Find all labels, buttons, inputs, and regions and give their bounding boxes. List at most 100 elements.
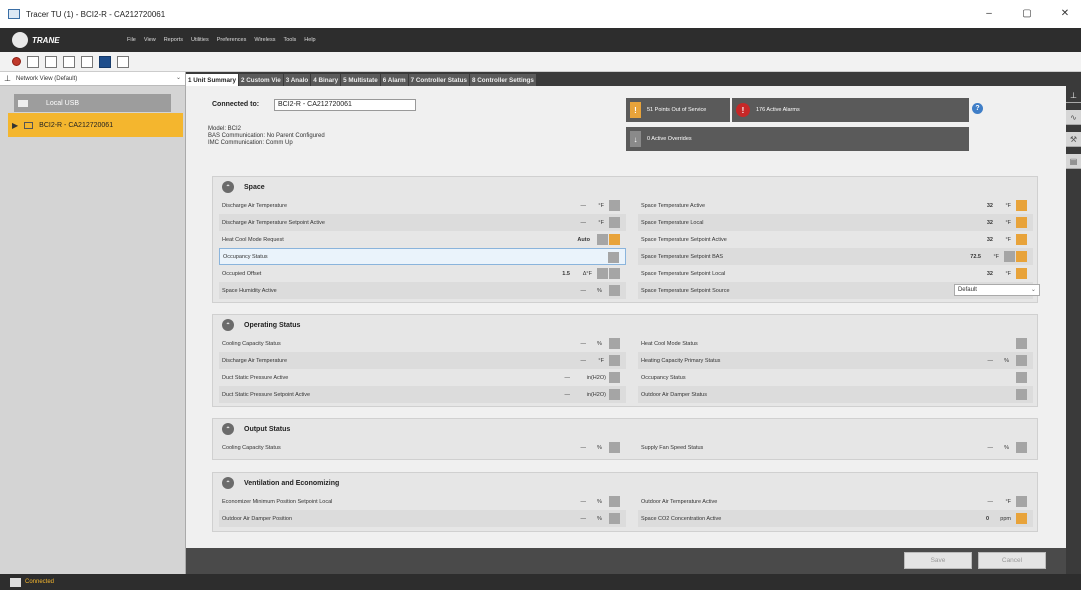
- chevron-down-icon[interactable]: ⌄: [1031, 285, 1036, 295]
- tab-binary[interactable]: 4 Binary: [311, 74, 341, 86]
- point-status-icon[interactable]: [1016, 200, 1027, 211]
- point-row[interactable]: Cooling Capacity Status — %: [219, 335, 626, 352]
- point-row[interactable]: Space Temperature Setpoint Source Defaul…: [637, 282, 1040, 299]
- panel-icon[interactable]: [27, 55, 39, 68]
- point-row[interactable]: Outdoor Air Temperature Active — °F: [638, 493, 1033, 510]
- point-row[interactable]: Discharge Air Temperature Setpoint Activ…: [219, 214, 626, 231]
- tab-analog[interactable]: 3 Analo: [283, 74, 311, 86]
- override-indicator-icon[interactable]: [1004, 251, 1015, 262]
- menu-help[interactable]: Help: [304, 37, 315, 43]
- list-icon[interactable]: [63, 55, 75, 68]
- override-indicator-icon[interactable]: [596, 234, 608, 245]
- document-icon[interactable]: ▤: [1066, 154, 1081, 169]
- network-icon[interactable]: [81, 55, 93, 68]
- active-overrides-button[interactable]: ↓ 0 Active Overrides: [626, 127, 969, 151]
- setpoint-source-dropdown[interactable]: Default ⌄: [953, 284, 1040, 296]
- point-status-icon[interactable]: [1016, 389, 1027, 400]
- tab-controller-settings[interactable]: 8 Controller Settings: [469, 74, 536, 86]
- point-row[interactable]: Discharge Air Temperature — °F: [219, 352, 626, 369]
- pin-icon[interactable]: ⊥: [1066, 88, 1081, 103]
- maximize-icon[interactable]: ▢: [1021, 8, 1033, 19]
- tab-controller-status[interactable]: 7 Controller Status: [408, 74, 469, 86]
- point-row-selected[interactable]: Occupancy Status: [219, 248, 626, 265]
- menu-view[interactable]: View: [144, 37, 156, 43]
- point-status-icon[interactable]: [608, 234, 620, 245]
- menu-wireless[interactable]: Wireless: [254, 37, 275, 43]
- point-status-icon[interactable]: [1016, 372, 1027, 383]
- section-header-space[interactable]: ⌃ Space: [213, 177, 1037, 197]
- point-row[interactable]: Space Temperature Setpoint Local 32 °F: [638, 265, 1033, 282]
- point-status-icon[interactable]: [608, 285, 620, 296]
- point-status-icon[interactable]: [608, 268, 620, 279]
- point-row[interactable]: Economizer Minimum Position Setpoint Loc…: [219, 493, 626, 510]
- point-status-icon[interactable]: [608, 338, 620, 349]
- collapse-icon[interactable]: ⌃: [222, 477, 234, 489]
- point-status-icon[interactable]: [607, 252, 619, 263]
- point-status-icon[interactable]: [1016, 513, 1027, 524]
- point-status-icon[interactable]: [608, 513, 620, 524]
- point-status-icon[interactable]: [608, 372, 620, 383]
- point-row[interactable]: Duct Static Pressure Setpoint Active — i…: [219, 386, 626, 403]
- point-row[interactable]: Space Humidity Active — %: [219, 282, 626, 299]
- point-status-icon[interactable]: [608, 217, 620, 228]
- point-row[interactable]: Outdoor Air Damper Position — %: [219, 510, 626, 527]
- stop-icon[interactable]: [12, 57, 21, 66]
- menu-file[interactable]: File: [127, 37, 136, 43]
- tab-unit-summary[interactable]: 1 Unit Summary: [186, 74, 238, 86]
- points-out-of-service-button[interactable]: ! 51 Points Out of Service: [626, 98, 730, 122]
- point-row[interactable]: Cooling Capacity Status — %: [219, 439, 626, 456]
- point-row[interactable]: Occupancy Status: [638, 369, 1033, 386]
- collapse-icon[interactable]: ⌃: [222, 181, 234, 193]
- point-status-icon[interactable]: [1016, 234, 1027, 245]
- point-status-icon[interactable]: [608, 200, 620, 211]
- chevron-down-icon[interactable]: ⌄: [176, 74, 181, 81]
- network-view-selector[interactable]: ⊥ Network View (Default) ⌄: [0, 72, 185, 86]
- override-indicator-icon[interactable]: [596, 268, 608, 279]
- section-header-output-status[interactable]: ⌃ Output Status: [213, 419, 1037, 439]
- folder-icon[interactable]: [99, 55, 111, 68]
- help-icon[interactable]: ?: [972, 103, 983, 114]
- tree-item-local-usb[interactable]: Local USB: [14, 94, 171, 112]
- point-status-icon[interactable]: [1016, 355, 1027, 366]
- point-row[interactable]: Space Temperature Setpoint BAS 72.5 °F: [637, 248, 1033, 265]
- point-status-icon[interactable]: [1016, 217, 1027, 228]
- collapse-icon[interactable]: ⌃: [222, 423, 234, 435]
- point-row[interactable]: Space Temperature Active 32 °F: [638, 197, 1033, 214]
- menu-reports[interactable]: Reports: [164, 37, 183, 43]
- point-row[interactable]: Space Temperature Setpoint Active 32 °F: [638, 231, 1033, 248]
- menu-tools[interactable]: Tools: [283, 37, 296, 43]
- point-row[interactable]: Heat Cool Mode Status: [638, 335, 1033, 352]
- point-row[interactable]: Occupied Offset 1.5 Δ°F: [219, 265, 626, 282]
- point-row[interactable]: Heat Cool Mode Request Auto: [219, 231, 626, 248]
- point-status-icon[interactable]: [1016, 496, 1027, 507]
- chart-icon[interactable]: [117, 55, 129, 68]
- tree-item-device[interactable]: ▶ BCI2-R - CA212720061: [8, 113, 183, 137]
- point-status-icon[interactable]: [1016, 442, 1027, 453]
- point-status-icon[interactable]: [1016, 268, 1027, 279]
- point-status-icon[interactable]: [608, 442, 620, 453]
- point-status-icon[interactable]: [608, 496, 620, 507]
- save-button[interactable]: Save: [904, 552, 972, 569]
- wrench-icon[interactable]: ⚒: [1066, 132, 1081, 147]
- tab-custom-view[interactable]: 2 Custom Vie: [238, 74, 283, 86]
- point-row[interactable]: Heating Capacity Primary Status — %: [637, 352, 1033, 369]
- point-row[interactable]: Discharge Air Temperature — °F: [219, 197, 626, 214]
- point-status-icon[interactable]: [608, 355, 620, 366]
- collapse-icon[interactable]: ⌃: [222, 319, 234, 331]
- cancel-button[interactable]: Cancel: [978, 552, 1046, 569]
- point-row[interactable]: Space Temperature Local 32 °F: [637, 214, 1033, 231]
- menu-utilities[interactable]: Utilities: [191, 37, 209, 43]
- minimize-icon[interactable]: –: [983, 8, 995, 19]
- tab-alarm[interactable]: 6 Alarm: [380, 74, 408, 86]
- point-status-icon[interactable]: [608, 389, 620, 400]
- point-row[interactable]: Outdoor Air Damper Status: [637, 386, 1033, 403]
- active-alarms-button[interactable]: ! 176 Active Alarms: [732, 98, 969, 122]
- section-header-ventilation[interactable]: ⌃ Ventilation and Economizing: [213, 473, 1037, 493]
- expand-arrow-icon[interactable]: ▶: [12, 121, 18, 130]
- point-status-icon[interactable]: [1016, 338, 1027, 349]
- point-row[interactable]: Duct Static Pressure Active — in(H2O): [219, 369, 626, 386]
- device-icon[interactable]: [45, 55, 57, 68]
- point-row[interactable]: Space CO2 Concentration Active 0 ppm: [637, 510, 1033, 527]
- point-status-icon[interactable]: [1016, 251, 1027, 262]
- close-icon[interactable]: ✕: [1059, 8, 1071, 19]
